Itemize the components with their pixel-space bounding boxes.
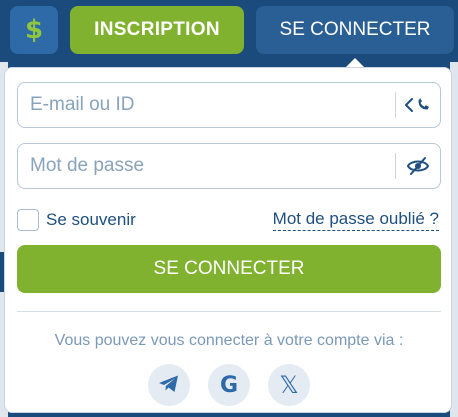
login-popup: Se souvenir Mot de passe oublié ? SE CON… — [4, 67, 452, 413]
divider — [17, 311, 441, 312]
google-login-button[interactable]: G — [208, 364, 250, 406]
social-login-text: Vous pouvez vous connecter à votre compt… — [54, 332, 404, 349]
eye-slash-icon[interactable] — [402, 152, 434, 180]
email-input[interactable] — [18, 83, 388, 127]
top-bar: $ INSCRIPTION SE CONNECTER — [0, 0, 458, 62]
password-field — [17, 143, 441, 189]
field-separator — [395, 153, 396, 179]
google-icon: G — [219, 372, 239, 398]
x-login-button[interactable]: 𝕏 — [268, 364, 310, 406]
social-login-buttons: G 𝕏 — [5, 364, 453, 406]
x-icon: 𝕏 — [279, 371, 299, 399]
forgot-password-link[interactable]: Mot de passe oublié ? — [272, 209, 439, 231]
remember-label: Se souvenir — [46, 210, 136, 229]
submit-login-button[interactable]: SE CONNECTER — [17, 245, 441, 293]
dollar-icon: $ — [24, 15, 44, 45]
password-input[interactable] — [18, 144, 388, 188]
remember-me[interactable]: Se souvenir — [17, 208, 136, 232]
telegram-login-button[interactable] — [148, 364, 190, 406]
remember-checkbox[interactable] — [17, 209, 39, 231]
field-separator — [395, 92, 396, 118]
login-button[interactable]: SE CONNECTER — [256, 6, 454, 54]
telegram-icon — [158, 374, 180, 397]
phone-switch-icon[interactable] — [402, 91, 434, 119]
currency-button[interactable]: $ — [10, 6, 58, 54]
register-button[interactable]: INSCRIPTION — [70, 6, 244, 54]
email-field — [17, 82, 441, 128]
